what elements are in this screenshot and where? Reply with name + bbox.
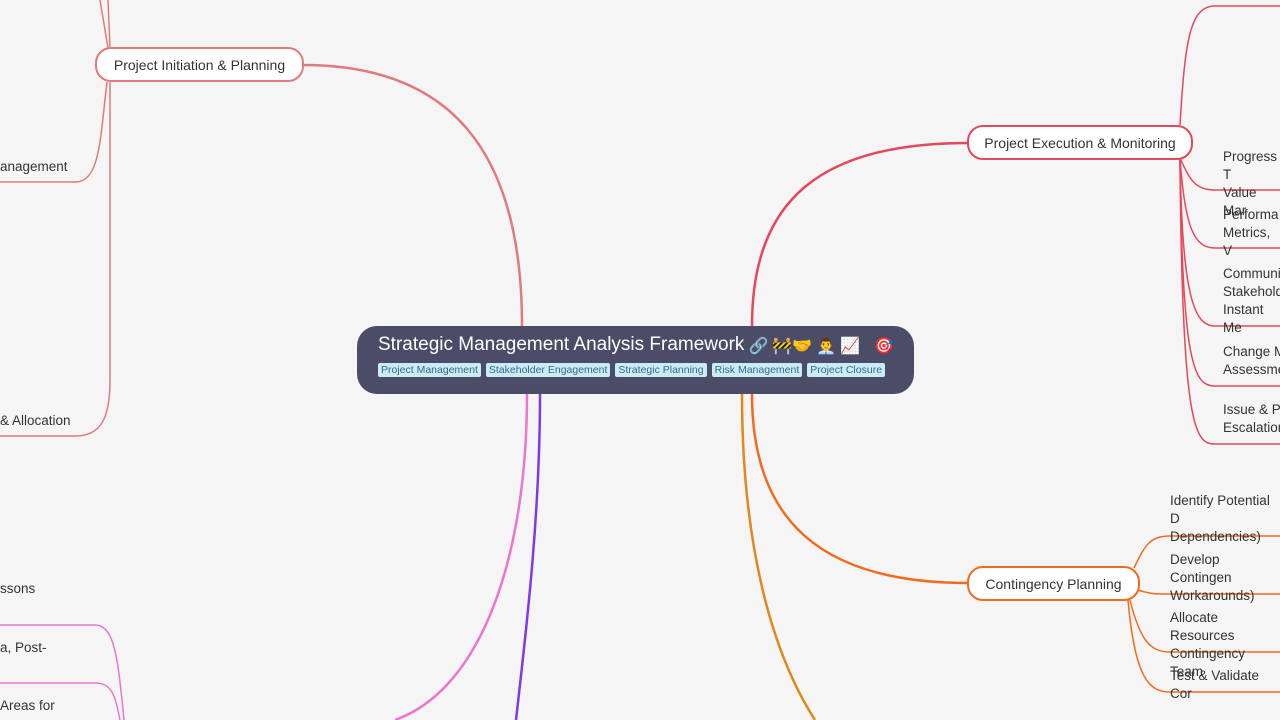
tag-strategic-planning[interactable]: Strategic Planning <box>615 363 707 377</box>
leaf-execution-2[interactable]: Communi Stakehold Instant Me <box>1223 265 1280 337</box>
businessman-icon: 👨‍💼 <box>816 335 837 355</box>
chart-increasing-icon: 📈 <box>840 335 861 355</box>
node-label: Project Initiation & Planning <box>113 56 286 73</box>
link-root-purple <box>514 393 542 720</box>
leaf-contingency-3[interactable]: Test & Validate Cor <box>1170 667 1280 703</box>
link-initiation-up2 <box>107 0 111 49</box>
link-icon[interactable]: 🔗 <box>748 336 768 355</box>
node-label: Contingency Planning <box>985 575 1122 592</box>
leaf-contingency-1[interactable]: Develop Contingen Workarounds) <box>1170 551 1280 605</box>
node-project-initiation-planning[interactable]: Project Initiation & Planning <box>95 47 304 82</box>
leaf-closure-0[interactable]: ssons <box>0 580 35 598</box>
leaf-execution-3[interactable]: Change M Assessme <box>1223 343 1280 379</box>
node-project-execution-monitoring[interactable]: Project Execution & Monitoring <box>967 125 1193 160</box>
link-root-initiation <box>302 63 524 327</box>
root-node[interactable]: Strategic Management Analysis Framework … <box>357 326 914 394</box>
leaf-contingency-0[interactable]: Identify Potential D Dependencies) <box>1170 492 1280 546</box>
link-initiation-leaf2 <box>0 82 111 437</box>
handshake-icon: 🤝 <box>792 335 813 355</box>
tag-stakeholder-engagement[interactable]: Stakeholder Engagement <box>485 363 611 377</box>
leaf-initiation-1[interactable]: & Allocation <box>0 412 71 430</box>
target-icon: 🎯 <box>874 335 894 355</box>
construction-icon: 🚧 <box>772 335 793 355</box>
tag-risk-management[interactable]: Risk Management <box>711 363 803 377</box>
node-label: Project Execution & Monitoring <box>984 134 1176 151</box>
link-root-closure <box>394 393 529 720</box>
tag-project-closure[interactable]: Project Closure <box>807 363 886 377</box>
link-root-execution <box>750 141 969 327</box>
tag-list: Project Management Stakeholder Engagemen… <box>378 363 914 377</box>
tag-project-management[interactable]: Project Management <box>378 363 481 377</box>
leaf-execution-1[interactable]: Performa Metrics, V <box>1223 206 1280 260</box>
root-title-row: Strategic Management Analysis Framework … <box>378 334 914 356</box>
leaf-closure-2[interactable]: Areas for <box>0 697 55 715</box>
leaf-closure-1[interactable]: a, Post- <box>0 639 47 657</box>
leaf-execution-4[interactable]: Issue & Pr Escalation <box>1223 401 1280 437</box>
link-root-amber <box>740 393 817 720</box>
link-initiation-up <box>99 0 109 49</box>
leaf-initiation-0[interactable]: anagement <box>0 158 68 176</box>
link-root-contingency <box>750 393 969 585</box>
node-contingency-planning[interactable]: Contingency Planning <box>967 566 1140 601</box>
root-title: Strategic Management Analysis Framework <box>378 334 745 355</box>
